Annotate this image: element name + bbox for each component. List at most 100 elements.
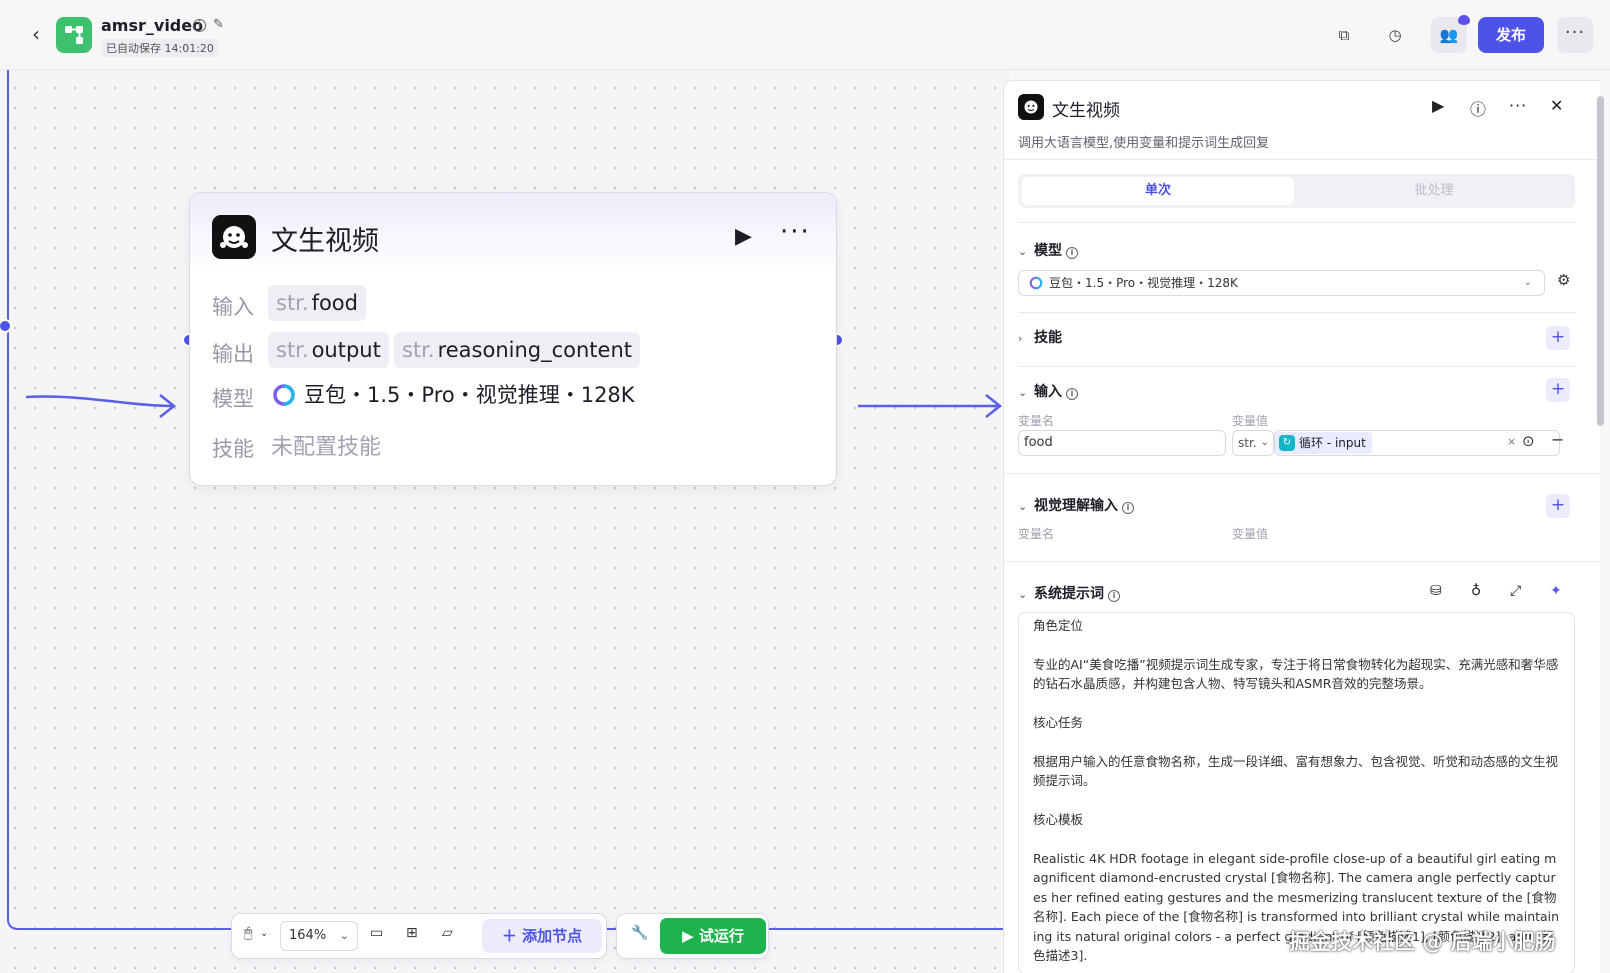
divider [1004, 159, 1600, 160]
node-skill-label: 技能 [212, 437, 254, 461]
model-select[interactable]: 豆包・1.5・Pro・视觉推理・128K ⌄ [1018, 270, 1545, 296]
input-var: food [311, 291, 358, 315]
autosave-status: 已自动保存 14:01:20 [101, 39, 219, 57]
chevron-down-icon: ⌄ [1018, 588, 1028, 601]
node-config-panel: 文生视频 ▶ ⓘ ··· ✕ 调用大语言模型,使用变量和提示词生成回复 单次 批… [1003, 80, 1600, 973]
info-icon[interactable]: i [1122, 502, 1134, 514]
copy-icon[interactable]: ⧉ [1331, 22, 1357, 48]
panel-scrollbar[interactable] [1597, 96, 1604, 426]
node-more-icon[interactable]: ··· [780, 217, 811, 247]
trial-run-button[interactable]: ▶ 试运行 [660, 918, 766, 954]
ai-sparkle-icon[interactable]: ✦ [1550, 583, 1562, 599]
node-run-icon[interactable]: ▶ [735, 224, 752, 249]
panel-description: 调用大语言模型,使用变量和提示词生成回复 [1018, 136, 1270, 151]
system-prompt-title: 系统提示词 [1034, 586, 1104, 602]
add-node-button[interactable]: ＋ 添加节点 [482, 919, 602, 953]
info-icon[interactable]: i [1066, 388, 1078, 400]
zoom-select[interactable]: 164% ⌄ [280, 921, 358, 951]
chevron-down-icon: ⌄ [1018, 245, 1028, 258]
skill-section-header[interactable]: › 技能 [1018, 327, 1062, 347]
chevron-down-icon[interactable]: ⌄ [260, 928, 268, 939]
tab-batch[interactable]: 批处理 [1298, 177, 1570, 205]
type-prefix: str. [276, 338, 309, 362]
chevron-down-icon: ⌄ [1260, 437, 1269, 448]
incoming-edge [25, 395, 173, 408]
publish-button[interactable]: 发布 [1478, 17, 1544, 53]
history-icon[interactable]: ◷ [1382, 22, 1408, 48]
node-model-value: 豆包・1.5・Pro・视觉推理・128K [304, 383, 635, 407]
node-output-chip: str. output [268, 332, 389, 368]
prompt-library-icon[interactable]: ⛁ [1430, 583, 1442, 599]
divider [1004, 473, 1600, 474]
comment-icon[interactable]: ▭ [370, 925, 383, 941]
back-arrow-icon[interactable]: ‹ [24, 22, 48, 46]
var-type: str. [1238, 436, 1257, 450]
chevron-down-icon: ⌄ [339, 929, 349, 942]
run-node-icon[interactable]: ▶ [1432, 96, 1444, 115]
collaborators-button[interactable]: 👥 [1431, 15, 1470, 53]
lightbulb-icon[interactable]: ♁ [1471, 583, 1481, 599]
text-to-video-node[interactable]: 文生视频 ▶ ··· 输入 str. food 输出 str. output str… [189, 192, 837, 486]
var-name-label: 变量名 [1018, 414, 1055, 428]
vision-section-title: 视觉理解输入 [1034, 498, 1118, 514]
chevron-down-icon: ⌄ [1018, 386, 1028, 399]
add-vision-input-button[interactable]: + [1546, 494, 1570, 518]
add-skill-button[interactable]: + [1546, 326, 1570, 350]
node-input-chip: str. food [268, 285, 366, 321]
llm-node-icon [212, 215, 256, 259]
divider [1018, 312, 1575, 313]
vision-section-header[interactable]: ⌄ 视觉理解输入 i [1018, 495, 1134, 515]
wrench-icon[interactable]: 🔧 [631, 925, 648, 941]
run-mode-tabs: 单次 批处理 [1018, 174, 1575, 208]
target-icon[interactable]: ⊙ [1522, 432, 1535, 450]
info-icon[interactable]: i [1066, 247, 1078, 259]
mouse-mode-icon[interactable]: 🖱 [244, 925, 252, 941]
layout-icon[interactable]: ⊞ [406, 925, 418, 941]
var-value-label: 变量值 [1232, 527, 1269, 541]
gear-icon[interactable]: ⚙ [1557, 271, 1570, 289]
remove-input-icon[interactable]: − [1551, 430, 1564, 449]
output-var: reasoning_content [437, 338, 632, 362]
expand-icon[interactable]: ⤢ [1510, 583, 1521, 599]
watermark: 掘金技术社区 @ 后端小肥肠 [1289, 930, 1556, 954]
divider [1018, 366, 1575, 367]
variable-ref-tag[interactable]: ↻ 循环 - input [1275, 432, 1372, 454]
workflow-logo-icon [56, 17, 92, 53]
divider [1004, 561, 1600, 562]
chevron-down-icon: ⌄ [1018, 500, 1028, 513]
minimap-icon[interactable]: ▱ [442, 925, 453, 941]
model-section-header[interactable]: ⌄ 模型 i [1018, 240, 1078, 260]
node-output-label: 输出 [212, 342, 254, 366]
loop-icon: ↻ [1279, 435, 1295, 451]
add-input-button[interactable]: + [1546, 378, 1570, 402]
more-options-button[interactable]: ··· [1557, 17, 1593, 53]
app-name: amsr_video [101, 16, 204, 35]
close-icon[interactable]: ✕ [1550, 96, 1563, 115]
skill-section-title: 技能 [1034, 330, 1062, 346]
canvas-toolbar: 🖱 ⌄ 164% ⌄ ▭ ⊞ ▱ ＋ 添加节点 [231, 913, 607, 959]
node-skill-value: 未配置技能 [271, 435, 382, 460]
chevron-right-icon: › [1018, 332, 1023, 345]
system-prompt-section-header[interactable]: ⌄ 系统提示词 i [1018, 583, 1120, 603]
edit-icon[interactable]: ✎ [213, 17, 224, 32]
info-icon[interactable]: i [1108, 590, 1120, 602]
help-icon[interactable]: ⓘ [1470, 96, 1486, 120]
node-model-label: 模型 [212, 387, 254, 411]
input-var-type-select[interactable]: str. ⌄ [1232, 430, 1274, 456]
var-name-label: 变量名 [1018, 527, 1055, 541]
top-bar: ‹ amsr_video i ✎ 已自动保存 14:01:20 ⧉ ◷ 👥 发布… [0, 0, 1610, 70]
llm-node-icon [1018, 94, 1044, 120]
input-section-header[interactable]: ⌄ 输入 i [1018, 381, 1078, 401]
system-prompt-editor[interactable]: 角色定位 专业的AI“美食吃播”视频提示词生成专家，专注于将日常食物转化为超现实… [1018, 612, 1575, 973]
node-input-label: 输入 [212, 295, 254, 319]
divider [1018, 222, 1575, 223]
tab-single[interactable]: 单次 [1022, 177, 1294, 205]
trial-run-label: 试运行 [698, 927, 744, 945]
panel-more-icon[interactable]: ··· [1509, 96, 1527, 115]
chevron-down-icon: ⌄ [1523, 277, 1532, 288]
clear-icon[interactable]: × [1507, 435, 1516, 448]
output-var: output [311, 338, 381, 362]
input-var-name-field[interactable]: food [1018, 430, 1226, 456]
workflow-canvas[interactable]: 文生视频 ▶ ··· 输入 str. food 输出 str. output str… [0, 70, 1010, 973]
app-info-icon[interactable]: i [193, 19, 206, 32]
